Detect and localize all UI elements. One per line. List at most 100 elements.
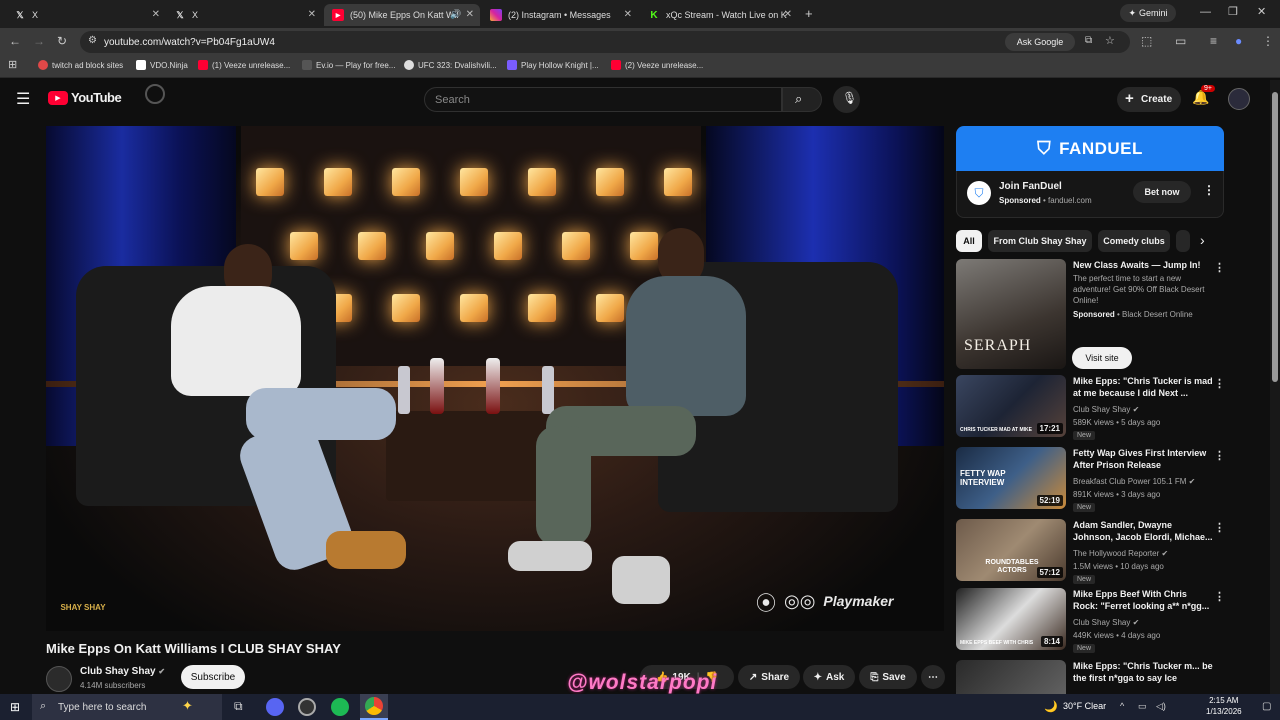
- profile-icon[interactable]: ●: [1235, 34, 1242, 48]
- sponsored-recommendation[interactable]: SERAPH New Class Awaits — Jump In! The p…: [956, 259, 1226, 369]
- chip-comedy-clubs[interactable]: Comedy clubs: [1098, 230, 1170, 252]
- gemini-button[interactable]: ✦ Gemini: [1120, 4, 1176, 22]
- rec-menu-icon[interactable]: ⋮: [1214, 377, 1225, 390]
- rec-thumbnail[interactable]: FETTY WAP INTERVIEW 52:19: [956, 447, 1066, 509]
- chip-partial[interactable]: [1176, 230, 1190, 252]
- chrome-taskbar-button[interactable]: [360, 694, 388, 720]
- bookmark-star-icon[interactable]: ☆: [1105, 34, 1115, 47]
- chip-all[interactable]: All: [956, 230, 982, 252]
- bookmark-item[interactable]: Play Hollow Knight |...: [507, 60, 599, 70]
- rec-thumbnail[interactable]: CHRIS TUCKER MAD AT MIKE 17:21: [956, 375, 1066, 437]
- install-icon[interactable]: ⧉: [1085, 35, 1092, 46]
- rec-thumbnail[interactable]: ROUNDTABLES ACTORS 57:12: [956, 519, 1066, 581]
- clock[interactable]: 2:15 AM 1/13/2026: [1206, 695, 1242, 717]
- discord-icon[interactable]: [266, 698, 284, 716]
- tab-x-1[interactable]: 𝕏 X ✕: [6, 4, 166, 26]
- recommendation-item[interactable]: Mike Epps: "Chris Tucker m... be the fir…: [956, 660, 1226, 694]
- sidepanel-icon[interactable]: ▭: [1175, 34, 1186, 48]
- rec-title[interactable]: Adam Sandler, Dwayne Johnson, Jacob Elor…: [1073, 519, 1213, 543]
- bookmark-item[interactable]: (1) Veeze unrelease...: [198, 60, 290, 70]
- rec-title[interactable]: Fetty Wap Gives First Interview After Pr…: [1073, 447, 1213, 471]
- close-icon[interactable]: ✕: [624, 9, 632, 20]
- ask-button[interactable]: ✦ Ask: [803, 665, 855, 689]
- video-player[interactable]: SHAY SHAY ⦿ ◎◎ Playmaker: [46, 126, 944, 631]
- rec-thumbnail[interactable]: MIKE EPPS BEEF WITH CHRIS 8:14: [956, 588, 1066, 650]
- scrollbar-thumb[interactable]: [1272, 92, 1278, 382]
- hamburger-menu-icon[interactable]: ☰: [16, 89, 30, 109]
- subscribe-button[interactable]: Subscribe: [181, 665, 245, 689]
- apps-grid-icon[interactable]: ⊞: [8, 58, 17, 71]
- address-bar[interactable]: ⚙ youtube.com/watch?v=Pb04Fg1aUW4 Ask Go…: [80, 31, 1130, 53]
- chip-from-channel[interactable]: From Club Shay Shay: [988, 230, 1092, 252]
- rec-title[interactable]: Mike Epps Beef With Chris Rock: "Ferret …: [1073, 588, 1213, 612]
- notification-center-icon[interactable]: ▢: [1262, 701, 1271, 712]
- rec-title[interactable]: New Class Awaits — Jump In!: [1073, 259, 1213, 271]
- ad-info[interactable]: ⛉ Join FanDuel Sponsored • fanduel.com B…: [956, 171, 1224, 218]
- chevron-right-icon[interactable]: ›: [1200, 232, 1205, 248]
- volume-icon[interactable]: ◁): [1156, 701, 1166, 712]
- bookmark-item[interactable]: VDO.Ninja: [136, 60, 188, 70]
- rec-menu-icon[interactable]: ⋮: [1214, 261, 1225, 274]
- fanduel-ad-banner[interactable]: ⛉ FANDUEL: [956, 126, 1224, 171]
- taskbar-search-input[interactable]: ⌕ Type here to search ✦: [32, 694, 222, 720]
- tab-kick[interactable]: K xQc Stream - Watch Live on K ✕: [640, 4, 798, 26]
- close-icon[interactable]: ✕: [784, 9, 792, 20]
- speaker-icon[interactable]: 🔊: [450, 9, 461, 20]
- minimize-button[interactable]: —: [1200, 6, 1211, 18]
- menu-kebab-icon[interactable]: ⋮: [1262, 34, 1274, 48]
- close-icon[interactable]: ✕: [466, 9, 474, 20]
- bet-now-button[interactable]: Bet now: [1133, 181, 1191, 203]
- search-button[interactable]: ⌕: [782, 87, 822, 112]
- rec-title[interactable]: Mike Epps: "Chris Tucker is mad at me be…: [1073, 375, 1213, 399]
- ask-google-button[interactable]: Ask Google: [1005, 33, 1075, 51]
- account-avatar[interactable]: [1228, 88, 1250, 110]
- bookmark-item[interactable]: Ev.io — Play for free...: [302, 60, 395, 70]
- channel-name-link[interactable]: Club Shay Shay ✔: [80, 666, 165, 677]
- back-arrow-icon[interactable]: ←: [9, 34, 21, 48]
- rec-title[interactable]: Mike Epps: "Chris Tucker m... be the fir…: [1073, 660, 1213, 684]
- voice-search-button[interactable]: 🎙: [833, 86, 860, 113]
- reload-icon[interactable]: ↻: [57, 34, 67, 48]
- obs-icon[interactable]: [298, 698, 316, 716]
- tab-instagram[interactable]: (2) Instagram • Messages ✕: [482, 4, 638, 26]
- page-scrollbar[interactable]: [1270, 80, 1280, 694]
- share-button[interactable]: ↗ Share: [738, 665, 800, 689]
- extensions-icon[interactable]: ⬚: [1141, 34, 1152, 48]
- save-button[interactable]: ⎘ Save: [859, 665, 917, 689]
- window-close-button[interactable]: ✕: [1257, 5, 1266, 18]
- recommendation-item[interactable]: ROUNDTABLES ACTORS 57:12 Adam Sandler, D…: [956, 519, 1226, 585]
- close-icon[interactable]: ✕: [308, 9, 316, 20]
- sponsored-thumbnail[interactable]: SERAPH: [956, 259, 1066, 369]
- site-info-icon[interactable]: ⚙: [88, 35, 97, 46]
- tray-chevron-icon[interactable]: ^: [1120, 701, 1124, 711]
- recommendation-item[interactable]: MIKE EPPS BEEF WITH CHRIS 8:14 Mike Epps…: [956, 588, 1226, 654]
- tab-youtube[interactable]: ▶ (50) Mike Epps On Katt Wil 🔊 ✕: [324, 4, 480, 26]
- new-tab-button[interactable]: +: [805, 6, 813, 21]
- youtube-logo[interactable]: ▶ YouTube: [48, 90, 122, 105]
- search-input[interactable]: Search: [424, 87, 782, 112]
- rec-thumbnail[interactable]: [956, 660, 1066, 694]
- rec-menu-icon[interactable]: ⋮: [1214, 521, 1225, 534]
- bookmark-item[interactable]: UFC 323: Dvalishvili...: [404, 60, 497, 70]
- notifications-button[interactable]: 🔔 9+: [1192, 85, 1215, 106]
- task-view-icon[interactable]: ⧉: [234, 699, 243, 714]
- bookmark-item[interactable]: (2) Veeze unrelease...: [611, 60, 703, 70]
- tab-x-2[interactable]: 𝕏 X ✕: [166, 4, 322, 26]
- visit-site-button[interactable]: Visit site: [1072, 347, 1132, 369]
- recommendation-item[interactable]: FETTY WAP INTERVIEW 52:19 Fetty Wap Give…: [956, 447, 1226, 513]
- network-icon[interactable]: ▭: [1138, 701, 1147, 712]
- bookmark-item[interactable]: twitch ad block sites: [38, 60, 123, 70]
- windows-start-icon[interactable]: ⊞: [10, 700, 20, 714]
- spotify-icon[interactable]: [331, 698, 349, 716]
- media-icon[interactable]: ≡: [1210, 34, 1217, 48]
- rec-menu-icon[interactable]: ⋮: [1214, 449, 1225, 462]
- ad-menu-icon[interactable]: ⋮: [1203, 183, 1215, 197]
- forward-arrow-icon[interactable]: →: [33, 34, 45, 48]
- maximize-button[interactable]: ❐: [1228, 5, 1238, 18]
- more-actions-button[interactable]: ⋯: [921, 665, 945, 689]
- channel-avatar[interactable]: [46, 666, 72, 692]
- close-icon[interactable]: ✕: [152, 9, 160, 20]
- rec-menu-icon[interactable]: ⋮: [1214, 590, 1225, 603]
- weather-text[interactable]: 30°F Clear: [1063, 701, 1106, 711]
- create-button[interactable]: + Create: [1117, 87, 1181, 112]
